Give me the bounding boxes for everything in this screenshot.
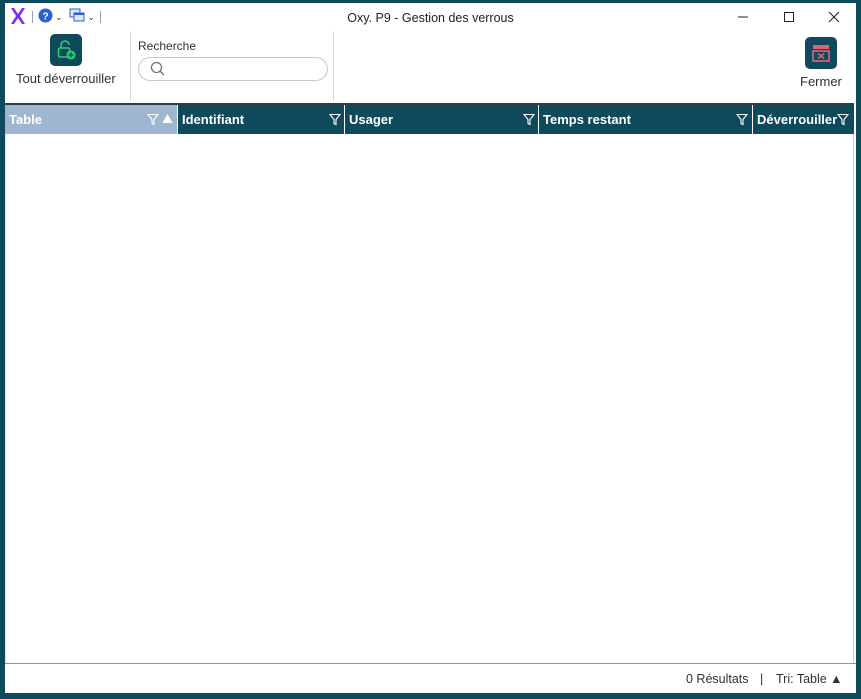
- app-window: ? ⌄ ⌄ Oxy. P9 - Gestion des verrous Tout…: [5, 3, 856, 693]
- search-icon: [150, 61, 165, 76]
- ribbon-divider: [333, 31, 334, 101]
- sort-ascending-icon: [162, 114, 173, 123]
- column-header-label: Déverrouiller: [757, 112, 838, 127]
- column-header-identifiant[interactable]: Identifiant: [178, 105, 345, 134]
- minimize-icon: [738, 16, 748, 18]
- grid-header: Table Identifiant Usager Temps restant D…: [5, 105, 854, 134]
- column-header-label: Usager: [349, 112, 394, 127]
- search-label: Recherche: [138, 39, 197, 53]
- ribbon-divider: [130, 31, 131, 101]
- close-icon: [828, 11, 840, 23]
- ribbon: Tout déverrouiller Recherche Fermer: [5, 31, 856, 103]
- sort-indicator[interactable]: Tri: Table ▲: [776, 672, 843, 686]
- column-header-temps-restant[interactable]: Temps restant: [539, 105, 753, 134]
- close-label: Fermer: [800, 74, 842, 89]
- grid-body[interactable]: [5, 134, 854, 663]
- filter-icon[interactable]: [329, 113, 341, 126]
- maximize-button[interactable]: [766, 3, 812, 31]
- column-header-label: Identifiant: [182, 112, 245, 127]
- close-form-icon: [804, 37, 837, 69]
- unlock-icon: [49, 34, 82, 66]
- column-header-table[interactable]: Table: [5, 105, 178, 134]
- column-header-usager[interactable]: Usager: [345, 105, 539, 134]
- search-input[interactable]: [171, 59, 325, 79]
- column-header-deverrouiller[interactable]: Déverrouiller: [753, 105, 854, 134]
- filter-icon[interactable]: [147, 113, 159, 126]
- title-bar: ? ⌄ ⌄ Oxy. P9 - Gestion des verrous: [5, 3, 856, 31]
- filter-icon[interactable]: [736, 113, 748, 126]
- minimize-button[interactable]: [720, 3, 766, 31]
- column-header-label: Table: [9, 112, 42, 127]
- column-header-label: Temps restant: [543, 112, 631, 127]
- status-bar: 0 Résultats | Tri: Table ▲: [5, 663, 856, 693]
- close-button[interactable]: Fermer: [800, 37, 842, 89]
- results-count: 0 Résultats: [686, 672, 749, 686]
- unlock-all-label: Tout déverrouiller: [16, 71, 116, 86]
- filter-icon[interactable]: [523, 113, 535, 126]
- maximize-icon: [784, 12, 794, 22]
- search-box[interactable]: [138, 57, 328, 81]
- filter-icon[interactable]: [837, 113, 849, 126]
- status-separator: |: [760, 672, 764, 686]
- unlock-all-button[interactable]: Tout déverrouiller: [16, 34, 116, 86]
- close-window-button[interactable]: [811, 3, 856, 31]
